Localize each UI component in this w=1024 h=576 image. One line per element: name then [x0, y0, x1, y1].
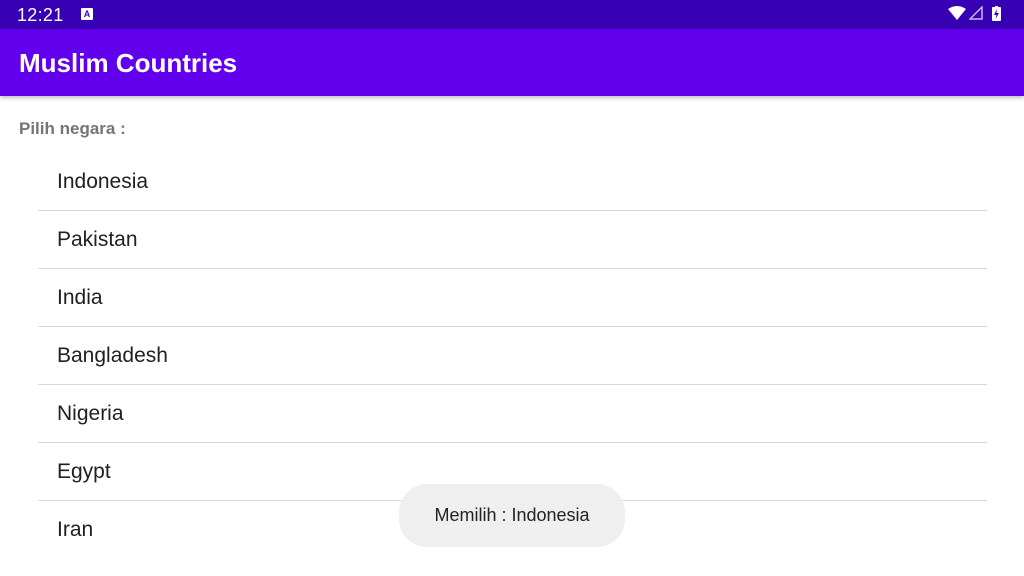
wifi-icon	[948, 6, 966, 20]
selection-toast: Memilih : Indonesia	[399, 484, 625, 547]
app-title: Muslim Countries	[19, 48, 238, 78]
country-item-bangladesh[interactable]: Bangladesh	[38, 327, 987, 385]
choose-country-label: Pilih negara :	[19, 119, 126, 138]
country-item-pakistan[interactable]: Pakistan	[38, 211, 987, 269]
cell-signal-icon	[969, 6, 983, 20]
app-bar: Muslim Countries	[0, 29, 1024, 96]
a-letter-notification-icon: A	[81, 8, 93, 20]
status-time: 12:21	[17, 5, 64, 25]
status-bar: 12:21 A	[0, 0, 1024, 29]
battery-charging-icon	[992, 6, 1001, 21]
country-item-india[interactable]: India	[38, 269, 987, 327]
country-item-indonesia[interactable]: Indonesia	[38, 153, 987, 211]
country-item-nigeria[interactable]: Nigeria	[38, 385, 987, 443]
